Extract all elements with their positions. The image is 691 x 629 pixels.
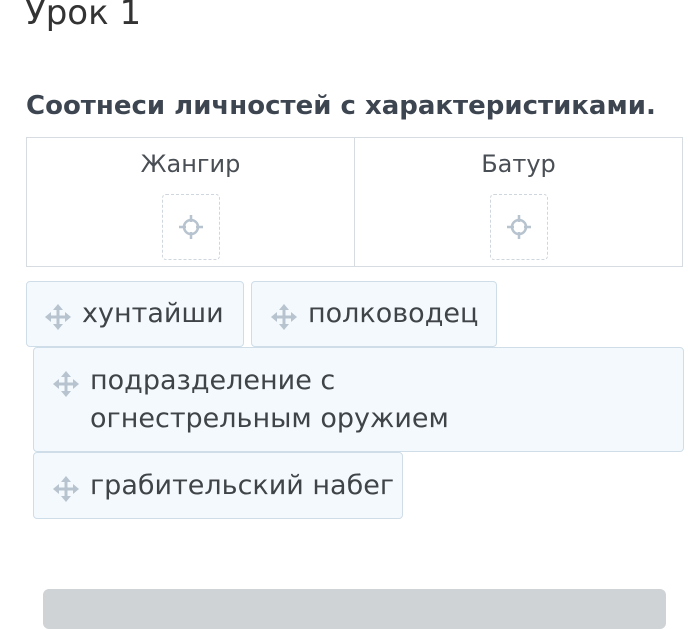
move-arrows-icon [45, 304, 71, 330]
crosshair-icon [506, 215, 531, 239]
chip-label: полководец [308, 298, 479, 329]
draggable-chip-podrazdelenie[interactable]: подразделение с огнестрельным оружием [33, 347, 684, 452]
drop-slot-zhangir[interactable] [161, 194, 220, 260]
lesson-title: Урок 1 [25, 0, 142, 33]
drop-slot-batur[interactable] [489, 194, 548, 260]
task-title: Соотнеси личностей с характеристиками. [26, 91, 656, 121]
move-arrows-icon [53, 371, 79, 397]
submit-button[interactable] [43, 589, 666, 629]
move-arrows-icon [53, 476, 79, 502]
match-column-batur: Батур [354, 138, 682, 266]
draggable-chip-polkovodets[interactable]: полководец [251, 281, 497, 347]
draggable-chip-nabeg[interactable]: грабительский набег [33, 452, 403, 519]
chip-label: подразделение с огнестрельным оружием [90, 365, 449, 434]
match-column-zhangir: Жангир [27, 138, 354, 266]
move-arrows-icon [271, 304, 297, 330]
chip-label: хунтайши [82, 298, 224, 329]
draggable-chip-khuntaishi[interactable]: хунтайши [26, 281, 244, 347]
chip-label: грабительский набег [90, 470, 395, 501]
match-table: Жангир Батур [26, 137, 683, 267]
column-header: Жангир [140, 150, 241, 178]
crosshair-icon [178, 215, 203, 239]
column-header: Батур [481, 150, 556, 178]
